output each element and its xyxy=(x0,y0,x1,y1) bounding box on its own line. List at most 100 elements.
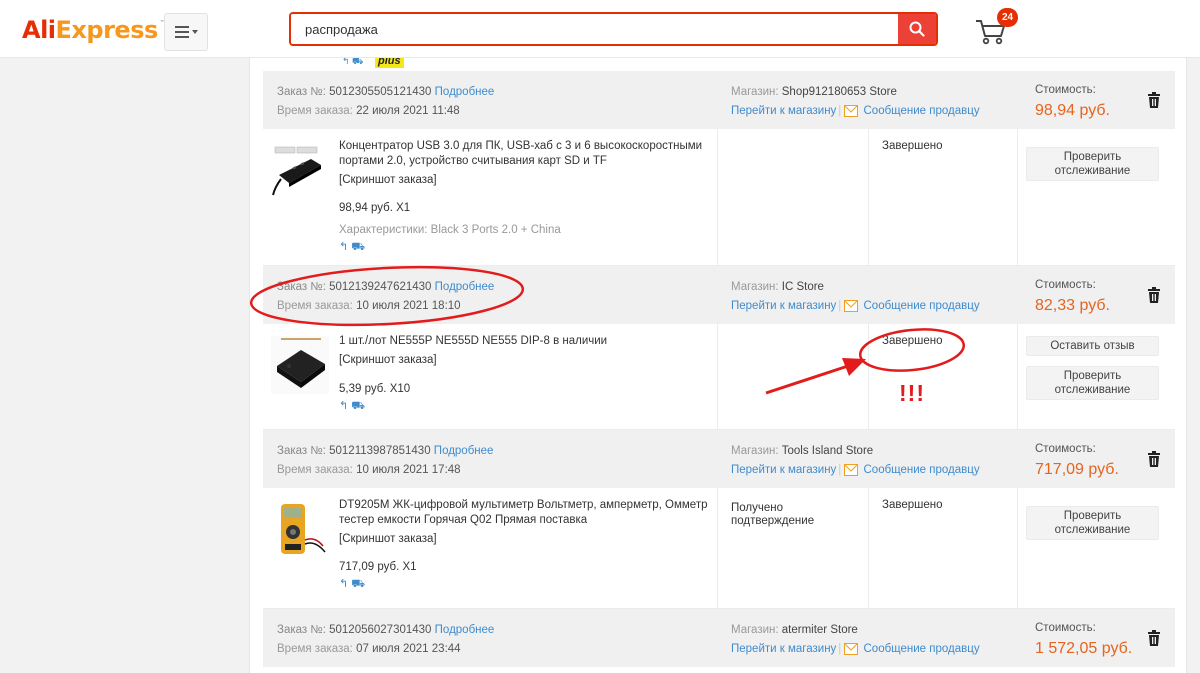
characteristics-value: Black 3 Ports 2.0 + China xyxy=(430,224,561,236)
store-name: Shop912180653 Store xyxy=(781,86,897,98)
message-seller-link[interactable]: Сообщение продавцу xyxy=(864,300,980,312)
order-header: Заказ №: 5012139247621430 Подробнее Врем… xyxy=(263,266,1175,324)
cost-label: Стоимость: xyxy=(1035,84,1096,96)
return-icon[interactable]: ↰ xyxy=(339,241,348,253)
order-time: 07 июля 2021 23:44 xyxy=(356,643,461,655)
leave-review-button[interactable]: Оставить отзыв xyxy=(1026,336,1159,356)
trash-icon[interactable] xyxy=(1147,92,1161,108)
product-image-usb-hub[interactable] xyxy=(271,141,329,199)
product-title[interactable]: 1 шт./лот NE555P NE555D NE555 DIP-8 в на… xyxy=(339,334,719,349)
return-icon[interactable]: ↰ xyxy=(339,578,348,590)
product-title[interactable]: Концентратор USB 3.0 для ПК, USB-хаб с 3… xyxy=(339,139,719,169)
order-cost: Стоимость: 82,33 руб. xyxy=(1035,276,1110,315)
order-item: 1 шт./лот NE555P NE555D NE555 DIP-8 в на… xyxy=(263,324,1175,430)
order-details-link[interactable]: Подробнее xyxy=(435,624,495,636)
order-status: Завершено xyxy=(882,140,943,152)
order-price: 82,33 руб. xyxy=(1035,297,1110,314)
product-title[interactable]: DT9205M ЖК-цифровой мультиметр Вольтметр… xyxy=(339,498,719,528)
message-seller-link[interactable]: Сообщение продавцу xyxy=(864,643,980,655)
store-label: Магазин: xyxy=(731,86,779,98)
search-button[interactable] xyxy=(898,14,936,44)
hamburger-icon xyxy=(174,26,189,38)
envelope-icon xyxy=(844,300,859,312)
order-details-link[interactable]: Подробнее xyxy=(435,86,495,98)
annotation-exclamations: !!! xyxy=(899,380,925,406)
trash-icon[interactable] xyxy=(1147,630,1161,646)
message-seller-link[interactable]: Сообщение продавцу xyxy=(864,464,980,476)
check-tracking-button[interactable]: Проверить отслеживание xyxy=(1026,147,1159,181)
order-time: 10 июля 2021 17:48 xyxy=(356,464,461,476)
order-details-link[interactable]: Подробнее xyxy=(435,281,495,293)
shipping-status: Получено подтверждение xyxy=(731,502,815,527)
return-icon[interactable]: ↰ xyxy=(339,400,348,412)
go-to-store-link[interactable]: Перейти к магазину xyxy=(731,300,836,312)
order-cost: Стоимость: 717,09 руб. xyxy=(1035,440,1119,479)
orders-list: ↰ ⛟ plus Заказ №: 5012305505121430 Подро… xyxy=(249,58,1187,673)
store-label: Магазин: xyxy=(731,624,779,636)
shipping-truck-icon[interactable]: ⛟ xyxy=(351,400,365,412)
cart-count-badge: 24 xyxy=(997,8,1018,27)
previous-order-icons-fragment: ↰ ⛟ xyxy=(342,58,364,66)
order-item: DT9205M ЖК-цифровой мультиметр Вольтметр… xyxy=(263,488,1175,609)
search-bar xyxy=(289,12,938,46)
store-label: Магазин: xyxy=(731,445,779,457)
cost-label: Стоимость: xyxy=(1035,279,1096,291)
order-time: 22 июля 2021 11:48 xyxy=(356,105,460,117)
characteristics-label: Характеристики: xyxy=(339,224,428,236)
order-number-label: Заказ №: xyxy=(277,445,326,457)
envelope-icon xyxy=(844,643,859,655)
order-time-label: Время заказа: xyxy=(277,300,353,312)
product-image-ne555-chip[interactable] xyxy=(271,336,329,394)
order-number: 5012056027301430 xyxy=(329,624,432,636)
order-number-label: Заказ №: xyxy=(277,624,326,636)
order-number-label: Заказ №: xyxy=(277,86,326,98)
go-to-store-link[interactable]: Перейти к магазину xyxy=(731,105,836,117)
aliexpress-logo[interactable]: AliExpress ™ xyxy=(22,16,166,44)
cart-button[interactable]: 24 xyxy=(974,8,1018,46)
trash-icon[interactable] xyxy=(1147,287,1161,303)
shipping-truck-icon[interactable]: ⛟ xyxy=(351,241,365,253)
store-info: Магазин: IC Store Перейти к магазину | Со… xyxy=(731,281,980,312)
go-to-store-link[interactable]: Перейти к магазину xyxy=(731,643,836,655)
shipping-truck-icon[interactable]: ⛟ xyxy=(351,578,365,590)
store-name: IC Store xyxy=(781,281,824,293)
product-price-qty: 717,09 руб. X1 xyxy=(339,561,417,573)
order-time: 10 июля 2021 18:10 xyxy=(356,300,461,312)
store-label: Магазин: xyxy=(731,281,779,293)
product-price-qty: 5,39 руб. X10 xyxy=(339,383,411,395)
logo-text-ali: Ali xyxy=(22,16,56,44)
product-info: DT9205M ЖК-цифровой мультиметр Вольтметр… xyxy=(339,498,719,592)
go-to-store-link[interactable]: Перейти к магазину xyxy=(731,464,836,476)
envelope-icon xyxy=(844,105,859,117)
message-seller-link[interactable]: Сообщение продавцу xyxy=(864,105,980,117)
cost-label: Стоимость: xyxy=(1035,443,1096,455)
product-image-multimeter[interactable] xyxy=(271,500,329,558)
order-meta: Заказ №: 5012139247621430 Подробнее Врем… xyxy=(277,278,494,316)
cost-label: Стоимость: xyxy=(1035,622,1096,634)
store-info: Магазин: Tools Island Store Перейти к ма… xyxy=(731,445,980,476)
order-screenshot-link[interactable]: [Скриншот заказа] xyxy=(339,353,719,368)
order-price: 98,94 руб. xyxy=(1035,102,1110,119)
order-cost: Стоимость: 1 572,05 руб. xyxy=(1035,619,1132,658)
store-info: Магазин: Shop912180653 Store Перейти к м… xyxy=(731,86,980,117)
order-screenshot-link[interactable]: [Скриншот заказа] xyxy=(339,532,719,547)
top-header: AliExpress™ 24 xyxy=(0,0,1200,58)
order-screenshot-link[interactable]: [Скриншот заказа] xyxy=(339,173,719,188)
order-details-link[interactable]: Подробнее xyxy=(434,445,494,457)
order-number: 5012139247621430 xyxy=(329,281,432,293)
category-menu-button[interactable] xyxy=(164,13,208,51)
order-meta: Заказ №: 5012056027301430 Подробнее Врем… xyxy=(277,621,494,659)
order-meta: Заказ №: 5012305505121430 Подробнее Врем… xyxy=(277,83,494,121)
envelope-icon xyxy=(844,464,859,476)
plus-badge: plus xyxy=(375,58,404,68)
order-meta: Заказ №: 5012113987851430 Подробнее Врем… xyxy=(277,442,493,480)
check-tracking-button[interactable]: Проверить отслеживание xyxy=(1026,366,1159,400)
order-time-label: Время заказа: xyxy=(277,464,353,476)
check-tracking-button[interactable]: Проверить отслеживание xyxy=(1026,506,1159,540)
search-input[interactable] xyxy=(291,14,899,44)
search-icon xyxy=(909,21,925,37)
logo-text-express: Express xyxy=(55,16,159,44)
store-name: atermiter Store xyxy=(781,624,858,636)
trash-icon[interactable] xyxy=(1147,451,1161,467)
order-number-label: Заказ №: xyxy=(277,281,326,293)
